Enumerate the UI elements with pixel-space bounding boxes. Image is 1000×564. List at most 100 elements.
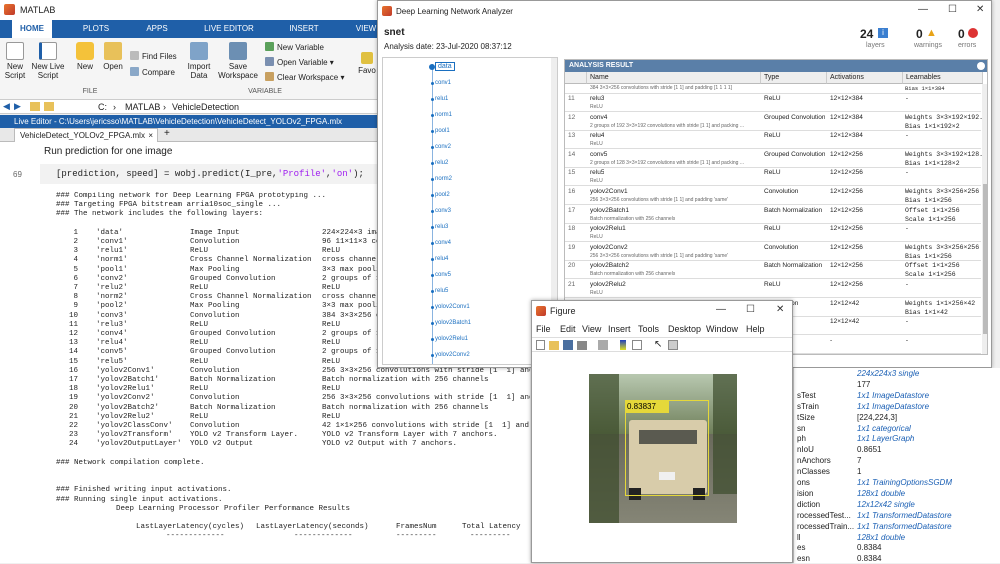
edit-plot-icon[interactable] [668,340,678,350]
graph-node[interactable]: conv5 [435,272,451,278]
graph-node[interactable]: norm1 [435,112,452,118]
new-figure-icon[interactable] [536,340,545,350]
graph-node[interactable]: pool1 [435,128,450,134]
tab-insert[interactable]: INSERT [286,20,322,38]
workspace-var-value[interactable]: 1x1 TransformedDatastore [857,521,952,532]
workspace-row[interactable]: ph 1x1 LayerGraph [794,433,1000,444]
graph-node[interactable]: norm2 [435,176,452,182]
graph-node[interactable]: conv2 [435,144,451,150]
pointer-icon[interactable]: ↖ [654,339,662,350]
collapse-icon[interactable] [977,62,985,70]
print-icon[interactable] [577,341,587,350]
workspace-row[interactable]: sTrain 1x1 ImageDatastore [794,401,1000,412]
forward-icon[interactable]: ▶ [14,101,21,112]
up-folder-icon[interactable] [30,102,40,111]
table-row[interactable]: 15 relu5 ReLU ReLU 12×12×256 - [565,168,981,187]
graph-node[interactable]: yolov2Batch1 [435,320,471,326]
path-segment-vehicledetection[interactable]: VehicleDetection [172,102,239,112]
workspace-row[interactable]: es 0.8384 [794,542,1000,553]
menu-item-view[interactable]: View [582,324,601,334]
workspace-row[interactable]: rocessedTest... 1x1 TransformedDatastore [794,510,1000,521]
new-live-script-button[interactable]: New Live Script [30,42,66,80]
save-icon[interactable] [563,340,573,350]
workspace-row[interactable]: ll 128x1 double [794,532,1000,543]
graph-node[interactable]: relu3 [435,224,448,230]
minimize-icon[interactable]: — [918,4,928,15]
table-row[interactable]: 21 yolov2Relu2 ReLU ReLU 12×12×256 - [565,280,981,298]
doc-tab-active[interactable]: VehicleDetect_YOLOv2_FPGA.mlx × [14,128,158,142]
graph-node[interactable]: yolov2Relu1 [435,336,468,342]
back-icon[interactable]: ◀ [3,101,10,112]
save-workspace-button[interactable]: Save Workspace [216,42,260,80]
workspace-var-value[interactable]: 128x1 double [857,488,905,499]
menu-item-window[interactable]: Window [706,324,738,334]
col-learnables[interactable]: Learnables [903,72,983,84]
workspace-row[interactable]: sTest 1x1 ImageDatastore [794,390,1000,401]
insert-colorbar-icon[interactable] [620,340,626,350]
table-row[interactable]: 20 yolov2Batch2 Batch normalization with 2… [565,261,981,280]
open-variable-button[interactable]: Open Variable ▾ [265,57,334,68]
col-type[interactable]: Type [761,72,827,84]
col-activations[interactable]: Activations [827,72,903,84]
close-icon[interactable]: ✕ [776,304,784,315]
open-file-icon[interactable] [549,341,559,350]
insert-legend-icon[interactable] [632,340,642,350]
workspace-row[interactable]: 224x224x3 single [794,368,1000,379]
clear-workspace-button[interactable]: Clear Workspace ▾ [265,72,344,83]
graph-node[interactable]: relu4 [435,256,448,262]
path-segment-matlab[interactable]: MATLAB [125,102,160,112]
graph-node[interactable]: data [435,62,455,71]
menu-item-insert[interactable]: Insert [608,324,631,334]
workspace-row[interactable]: nIoU 0.8651 [794,444,1000,455]
compare-button[interactable]: Compare [130,67,175,78]
workspace-row[interactable]: nAnchors 7 [794,455,1000,466]
graph-node[interactable]: relu2 [435,160,448,166]
link-icon[interactable] [598,340,608,350]
col-name[interactable]: Name [587,72,761,84]
graph-node[interactable]: conv3 [435,208,451,214]
menu-item-tools[interactable]: Tools [638,324,659,334]
workspace-row[interactable]: 177 [794,379,1000,390]
workspace-row[interactable]: nClasses 1 [794,466,1000,477]
workspace-row[interactable]: tSize [224,224,3] [794,412,1000,423]
graph-node[interactable]: relu5 [435,288,448,294]
menu-item-file[interactable]: File [536,324,551,334]
browse-folder-icon[interactable] [44,102,54,111]
scrollbar-thumb[interactable] [983,184,987,334]
minimize-icon[interactable]: — [716,304,726,315]
tab-apps[interactable]: APPS [140,20,174,38]
table-row[interactable]: 17 yolov2Batch1 Batch normalization with 2… [565,206,981,224]
new-variable-button[interactable]: New Variable [265,42,324,53]
workspace-var-value[interactable]: 1x1 categorical [857,423,911,434]
add-tab-icon[interactable]: + [164,128,170,139]
new-script-button[interactable]: New Script [2,42,28,80]
current-folder-bar[interactable]: ◀ ▶ C: › MATLAB › VehicleDetection [0,100,380,114]
close-icon[interactable]: ✕ [976,4,984,15]
find-files-button[interactable]: Find Files [130,51,177,62]
menu-item-desktop[interactable]: Desktop [668,324,701,334]
graph-node[interactable]: yolov2Conv1 [435,304,470,310]
maximize-icon[interactable]: ☐ [948,4,957,15]
workspace-var-value[interactable]: 1x1 TrainingOptionsSGDM [857,477,952,488]
maximize-icon[interactable]: ☐ [746,304,755,315]
workspace-row[interactable]: ision 128x1 double [794,488,1000,499]
close-icon[interactable]: × [148,129,153,142]
table-row[interactable]: 12 conv4 2 groups of 192 3×3×192 convoluti… [565,113,987,131]
workspace-row[interactable]: rocessedTrain... 1x1 TransformedDatastore [794,521,1000,532]
graph-node[interactable]: conv4 [435,240,451,246]
graph-node[interactable]: relu1 [435,96,448,102]
path-segment-c[interactable]: C: [98,102,107,112]
workspace-row[interactable]: sn 1x1 categorical [794,423,1000,434]
tab-home[interactable]: HOME [12,20,52,38]
workspace-var-value[interactable]: 12x12x42 single [857,499,915,510]
table-row[interactable]: 13 relu4 ReLU ReLU 12×12×384 - [565,131,981,150]
import-data-button[interactable]: Import Data [184,42,214,80]
workspace-row[interactable]: ons 1x1 TrainingOptionsSGDM [794,477,1000,488]
workspace-var-value[interactable]: 1x1 LayerGraph [857,433,914,444]
workspace-var-value[interactable]: 128x1 double [857,532,905,543]
workspace-row[interactable]: esn 0.8384 [794,553,1000,564]
menu-item-edit[interactable]: Edit [560,324,576,334]
graph-node[interactable]: conv1 [435,80,451,86]
new-button[interactable]: New [72,42,98,71]
tab-view[interactable]: VIEW [352,20,380,38]
